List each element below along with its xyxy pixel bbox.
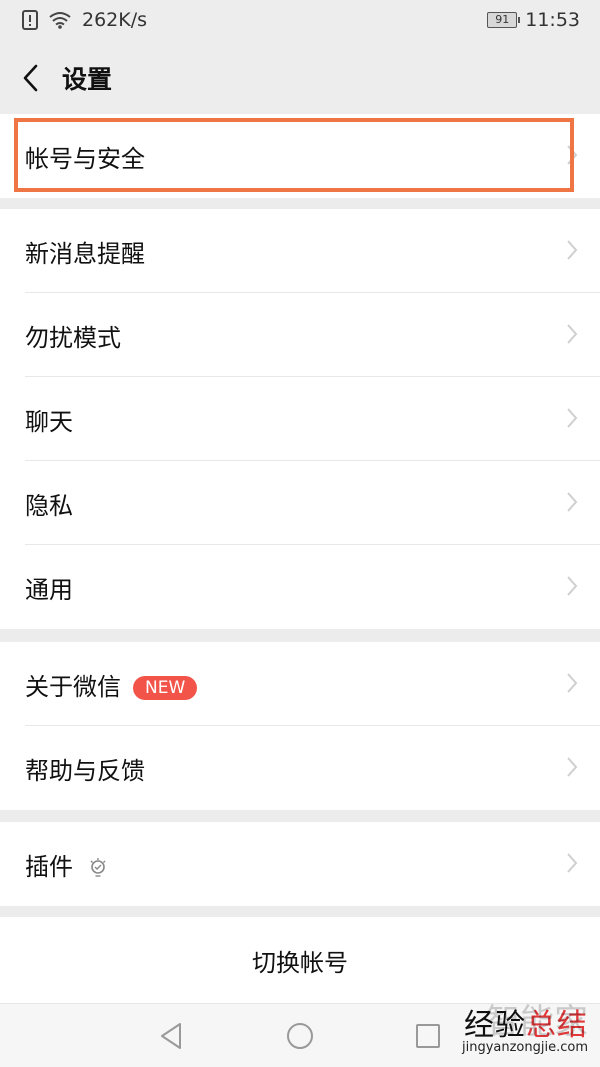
settings-group-general: 新消息提醒 勿扰模式 聊天 隐私 通用 — [0, 209, 600, 629]
nav-back-icon[interactable] — [156, 1020, 188, 1052]
battery-icon: 91 — [487, 12, 521, 28]
nav-recents-icon[interactable] — [412, 1020, 444, 1052]
settings-item-privacy[interactable]: 隐私 — [0, 461, 600, 545]
settings-group-about: 关于微信 NEW 帮助与反馈 — [0, 642, 600, 810]
settings-item-about-wechat[interactable]: 关于微信 NEW — [0, 642, 600, 726]
page-title: 设置 — [62, 65, 113, 94]
back-arrow-icon[interactable] — [18, 62, 46, 94]
chevron-right-icon — [567, 492, 578, 512]
chevron-right-icon — [567, 324, 578, 344]
nav-home-icon[interactable] — [284, 1020, 316, 1052]
chevron-right-icon — [567, 145, 578, 165]
settings-item-label: 帐号与安全 — [25, 144, 145, 173]
wifi-icon — [49, 12, 71, 29]
settings-item-general[interactable]: 通用 — [0, 545, 600, 629]
chevron-right-icon — [567, 576, 578, 596]
settings-item-plugins[interactable]: 插件 — [0, 822, 600, 906]
watermark: 智能家 经验总结 jingyanzongjie.com — [462, 1000, 588, 1055]
settings-item-label: 关于微信 — [25, 672, 121, 701]
settings-item-label: 插件 — [25, 852, 73, 881]
chevron-right-icon — [567, 853, 578, 873]
settings-item-label: 新消息提醒 — [25, 239, 145, 268]
settings-group-plugins: 插件 — [0, 822, 600, 906]
chevron-right-icon — [567, 757, 578, 777]
settings-item-label: 通用 — [25, 575, 73, 604]
switch-account-group: 切换帐号 — [0, 917, 600, 1003]
settings-item-label-wrap: 关于微信 NEW — [25, 667, 198, 702]
switch-account-button[interactable]: 切换帐号 — [0, 917, 600, 1003]
chevron-right-icon — [567, 408, 578, 428]
network-speed: 262K/s — [82, 9, 148, 31]
new-badge: NEW — [133, 675, 198, 700]
settings-item-new-message[interactable]: 新消息提醒 — [0, 209, 600, 293]
settings-item-do-not-disturb[interactable]: 勿扰模式 — [0, 293, 600, 377]
settings-item-account-security[interactable]: 帐号与安全 — [0, 114, 600, 198]
clock: 11:53 — [525, 9, 580, 31]
notification-alert-icon — [22, 10, 38, 30]
settings-item-chat[interactable]: 聊天 — [0, 377, 600, 461]
bulb-icon — [90, 857, 106, 877]
settings-item-label-wrap: 插件 — [25, 847, 107, 882]
chevron-right-icon — [567, 240, 578, 260]
status-bar: 262K/s 91 11:53 — [0, 0, 600, 42]
chevron-right-icon — [567, 673, 578, 693]
settings-item-label: 聊天 — [25, 407, 73, 436]
settings-item-label: 勿扰模式 — [25, 323, 121, 352]
settings-item-label: 隐私 — [25, 491, 73, 520]
battery-level: 91 — [495, 13, 510, 26]
nav-bar: 设置 — [0, 42, 600, 114]
settings-item-label: 帮助与反馈 — [25, 756, 145, 785]
settings-group-account: 帐号与安全 — [0, 114, 600, 198]
watermark-faint-text: 智能家 — [486, 1002, 588, 1042]
settings-item-help-feedback[interactable]: 帮助与反馈 — [0, 726, 600, 810]
